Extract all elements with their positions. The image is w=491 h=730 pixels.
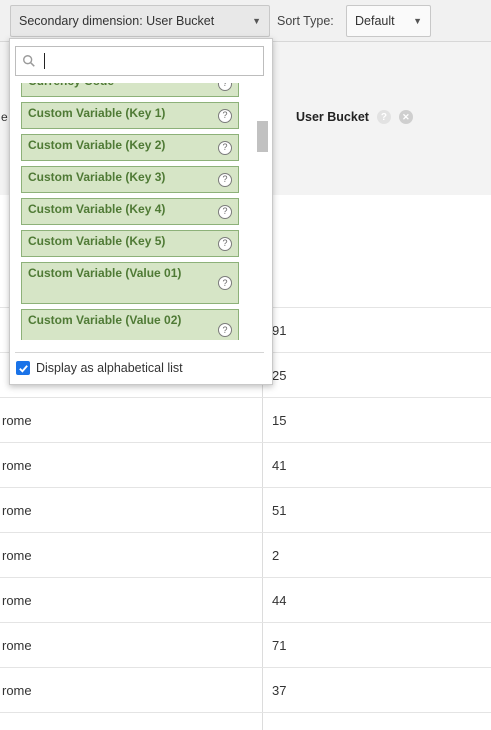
row-user-bucket-cell: 71 [272, 638, 287, 653]
sort-type-select[interactable]: Default ▼ [346, 5, 431, 37]
user-bucket-column-header[interactable]: User Bucket ? ✕ [296, 110, 413, 124]
dimension-option-label: Custom Variable (Key 1) [28, 106, 166, 120]
table-row: rome 41 [0, 442, 491, 487]
check-icon [18, 364, 28, 373]
help-icon[interactable]: ? [218, 83, 232, 91]
row-user-bucket-cell: 91 [272, 323, 287, 338]
help-icon[interactable]: ? [218, 172, 232, 187]
row-user-bucket-cell: 15 [272, 413, 287, 428]
row-user-bucket-cell: 37 [272, 683, 287, 698]
toolbar: Secondary dimension: User Bucket ▼ Sort … [0, 0, 491, 42]
dimension-option[interactable]: Custom Variable (Key 4)? [21, 198, 239, 225]
table-row: rome 71 [0, 622, 491, 667]
row-dimension-cell: rome [2, 458, 32, 473]
row-dimension-cell: rome [2, 683, 32, 698]
help-icon[interactable]: ? [376, 110, 391, 124]
secondary-dimension-button[interactable]: Secondary dimension: User Bucket ▼ [10, 5, 270, 37]
chevron-down-icon: ▼ [252, 16, 261, 26]
help-icon[interactable]: ? [218, 323, 232, 337]
secondary-dimension-dropdown: Currency Code?Custom Variable (Key 1)?Cu… [9, 38, 273, 385]
remove-icon[interactable]: ✕ [398, 110, 413, 124]
alphabetical-checkbox[interactable] [16, 361, 30, 375]
row-user-bucket-cell: 2 [272, 548, 280, 563]
dimension-option[interactable]: Currency Code? [21, 83, 239, 97]
help-icon[interactable]: ? [218, 108, 232, 123]
chevron-down-icon: ▼ [413, 16, 422, 26]
row-user-bucket-cell: 25 [272, 368, 287, 383]
column-header-label: User Bucket [296, 110, 369, 124]
row-user-bucket-cell: 51 [272, 503, 287, 518]
search-input[interactable] [15, 46, 264, 76]
row-user-bucket-cell: 44 [272, 593, 287, 608]
dimension-option[interactable]: Custom Variable (Value 02)? [21, 309, 239, 340]
dimension-option[interactable]: Custom Variable (Key 1)? [21, 102, 239, 129]
divider [15, 352, 264, 353]
help-icon[interactable]: ? [218, 236, 232, 251]
table-row: rome 44 [0, 577, 491, 622]
row-dimension-cell: rome [2, 413, 32, 428]
table-row: rome 15 [0, 397, 491, 442]
sort-type-label: Sort Type: [277, 14, 334, 28]
dimension-list: Currency Code?Custom Variable (Key 1)?Cu… [15, 83, 253, 340]
table-row: rome 2 [0, 532, 491, 577]
help-icon[interactable]: ? [218, 204, 232, 219]
alphabetical-toggle[interactable]: Display as alphabetical list [16, 361, 183, 375]
secondary-dimension-label: Secondary dimension: User Bucket [19, 14, 215, 28]
search-icon [23, 55, 35, 67]
row-dimension-cell: rome [2, 548, 32, 563]
row-dimension-cell: rome [2, 503, 32, 518]
dimension-option[interactable]: Custom Variable (Key 3)? [21, 166, 239, 193]
table-row: rome 37 [0, 667, 491, 712]
dimension-option-label: Custom Variable (Key 2) [28, 138, 166, 152]
sort-type-value: Default [355, 14, 395, 28]
dimension-option-label: Currency Code [28, 83, 114, 88]
dimension-option-label: Custom Variable (Value 01) [28, 266, 182, 280]
dimension-option-label: Custom Variable (Key 3) [28, 170, 166, 184]
help-icon[interactable]: ? [218, 276, 232, 290]
row-user-bucket-cell: 41 [272, 458, 287, 473]
primary-dimension-header-fragment: e [1, 110, 8, 124]
dimension-option-label: Custom Variable (Key 5) [28, 234, 166, 248]
dimension-option[interactable]: Custom Variable (Value 01)? [21, 262, 239, 304]
row-dimension-cell: rome [2, 638, 32, 653]
dimension-option-label: Custom Variable (Value 02) [28, 313, 182, 327]
dimension-option[interactable]: Custom Variable (Key 2)? [21, 134, 239, 161]
dimension-option[interactable]: Custom Variable (Key 5)? [21, 230, 239, 257]
text-caret [44, 53, 45, 69]
dimension-option-label: Custom Variable (Key 4) [28, 202, 166, 216]
alphabetical-label: Display as alphabetical list [36, 361, 183, 375]
table-row: rome 51 [0, 487, 491, 532]
scrollbar-thumb[interactable] [257, 121, 268, 152]
row-dimension-cell: rome [2, 593, 32, 608]
help-icon[interactable]: ? [218, 140, 232, 155]
table-row [0, 712, 491, 730]
